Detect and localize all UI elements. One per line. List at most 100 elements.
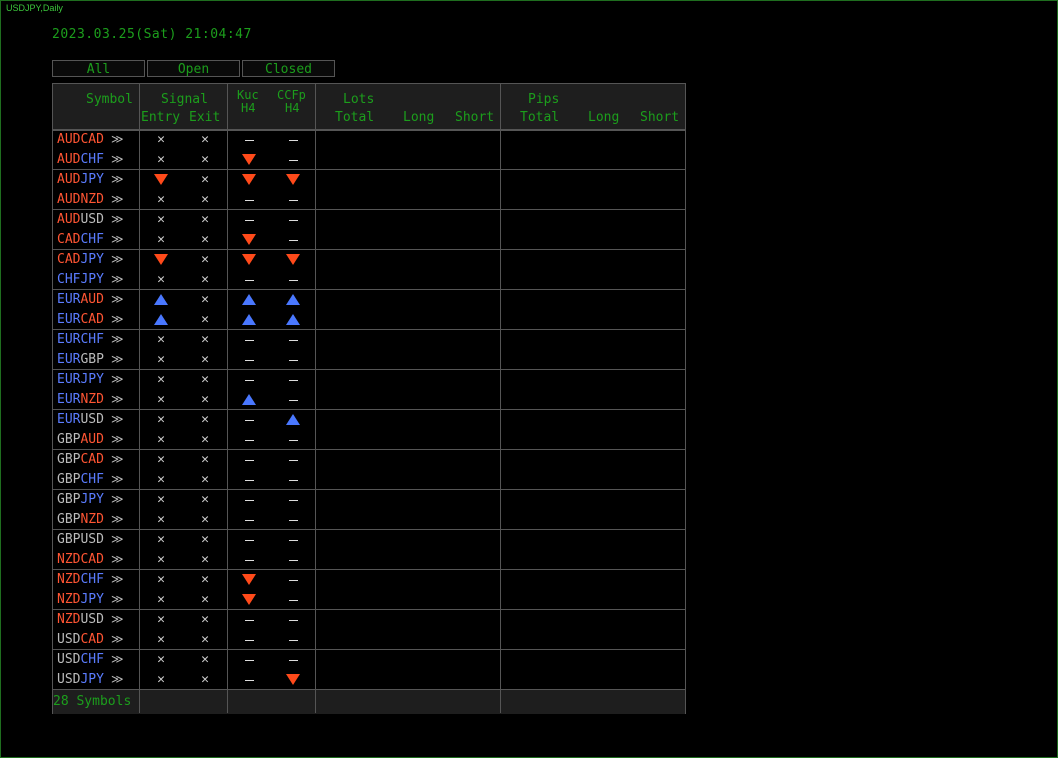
table-row[interactable]: NZDUSD ≫ ✕ ✕ [53, 610, 685, 630]
symbol-base: NZD [57, 572, 81, 587]
double-chevron-right-icon[interactable]: ≫ [111, 352, 124, 366]
exit-none-icon: ✕ [201, 552, 209, 567]
table-row[interactable]: EURJPY ≫ ✕ ✕ [53, 370, 685, 390]
table-row[interactable]: USDCHF ≫ ✕ ✕ [53, 650, 685, 670]
table-row[interactable]: EURCHF ≫ ✕ ✕ [53, 330, 685, 350]
symbol-name[interactable]: USDCHF [57, 652, 104, 667]
double-chevron-right-icon[interactable]: ≫ [111, 252, 124, 266]
double-chevron-right-icon[interactable]: ≫ [111, 632, 124, 646]
double-chevron-right-icon[interactable]: ≫ [111, 232, 124, 246]
symbol-name[interactable]: AUDCAD [57, 132, 104, 147]
double-chevron-right-icon[interactable]: ≫ [111, 652, 124, 666]
symbol-name[interactable]: NZDCAD [57, 552, 104, 567]
double-chevron-right-icon[interactable]: ≫ [111, 392, 124, 406]
table-row[interactable]: AUDUSD ≫ ✕ ✕ [53, 210, 685, 230]
symbol-name[interactable]: NZDJPY [57, 592, 104, 607]
symbol-name[interactable]: NZDUSD [57, 612, 104, 627]
dash-mark [245, 200, 254, 201]
double-chevron-right-icon[interactable]: ≫ [111, 532, 124, 546]
table-row[interactable]: NZDCAD ≫ ✕ ✕ [53, 550, 685, 570]
double-chevron-right-icon[interactable]: ≫ [111, 312, 124, 326]
table-row[interactable]: GBPAUD ≫ ✕ ✕ [53, 430, 685, 450]
symbol-name[interactable]: AUDNZD [57, 192, 104, 207]
symbol-name[interactable]: EURJPY [57, 372, 104, 387]
table-row[interactable]: AUDNZD ≫ ✕ ✕ [53, 190, 685, 210]
double-chevron-right-icon[interactable]: ≫ [111, 432, 124, 446]
table-row[interactable]: GBPCAD ≫ ✕ ✕ [53, 450, 685, 470]
double-chevron-right-icon[interactable]: ≫ [111, 592, 124, 606]
tab-open[interactable]: Open [147, 60, 240, 77]
symbol-name[interactable]: GBPUSD [57, 532, 104, 547]
table-row[interactable]: GBPUSD ≫ ✕ ✕ [53, 530, 685, 550]
symbol-name[interactable]: GBPCHF [57, 472, 104, 487]
table-row[interactable]: EURUSD ≫ ✕ ✕ [53, 410, 685, 430]
double-chevron-right-icon[interactable]: ≫ [111, 672, 124, 686]
table-row[interactable]: USDCAD ≫ ✕ ✕ [53, 630, 685, 650]
table-row[interactable]: NZDCHF ≫ ✕ ✕ [53, 570, 685, 590]
symbol-name[interactable]: GBPNZD [57, 512, 104, 527]
header-symbol: Symbol [86, 92, 133, 107]
table-row[interactable]: EURCAD ≫ ✕ [53, 310, 685, 330]
table-row[interactable]: CADJPY ≫ ✕ [53, 250, 685, 270]
double-chevron-right-icon[interactable]: ≫ [111, 512, 124, 526]
symbol-name[interactable]: EURNZD [57, 392, 104, 407]
double-chevron-right-icon[interactable]: ≫ [111, 332, 124, 346]
double-chevron-right-icon[interactable]: ≫ [111, 132, 124, 146]
symbol-name[interactable]: AUDJPY [57, 172, 104, 187]
symbol-base: EUR [57, 352, 81, 367]
table-row[interactable]: USDJPY ≫ ✕ ✕ [53, 670, 685, 690]
table-row[interactable]: GBPNZD ≫ ✕ ✕ [53, 510, 685, 530]
symbol-name[interactable]: CADCHF [57, 232, 104, 247]
symbol-name[interactable]: AUDCHF [57, 152, 104, 167]
double-chevron-right-icon[interactable]: ≫ [111, 372, 124, 386]
double-chevron-right-icon[interactable]: ≫ [111, 172, 124, 186]
double-chevron-right-icon[interactable]: ≫ [111, 572, 124, 586]
symbol-name[interactable]: EURCHF [57, 332, 104, 347]
double-chevron-right-icon[interactable]: ≫ [111, 192, 124, 206]
symbol-name[interactable]: GBPCAD [57, 452, 104, 467]
double-chevron-right-icon[interactable]: ≫ [111, 612, 124, 626]
double-chevron-right-icon[interactable]: ≫ [111, 452, 124, 466]
double-chevron-right-icon[interactable]: ≫ [111, 552, 124, 566]
symbol-name[interactable]: EURCAD [57, 312, 104, 327]
table-row[interactable]: CHFJPY ≫ ✕ ✕ [53, 270, 685, 290]
symbol-base: NZD [57, 552, 81, 567]
kuc-down-signal [239, 230, 259, 250]
table-row[interactable]: AUDCHF ≫ ✕ ✕ [53, 150, 685, 170]
table-row[interactable]: EURNZD ≫ ✕ ✕ [53, 390, 685, 410]
symbol-name[interactable]: EURGBP [57, 352, 104, 367]
table-row[interactable]: GBPJPY ≫ ✕ ✕ [53, 490, 685, 510]
dash-mark [245, 540, 254, 541]
double-chevron-right-icon[interactable]: ≫ [111, 272, 124, 286]
double-chevron-right-icon[interactable]: ≫ [111, 412, 124, 426]
kuc-neutral-icon [239, 370, 259, 390]
symbol-name[interactable]: USDJPY [57, 672, 104, 687]
double-chevron-right-icon[interactable]: ≫ [111, 152, 124, 166]
table-row[interactable]: CADCHF ≫ ✕ ✕ [53, 230, 685, 250]
table-row[interactable]: EURAUD ≫ ✕ [53, 290, 685, 310]
double-chevron-right-icon[interactable]: ≫ [111, 492, 124, 506]
symbol-quote: USD [80, 212, 104, 227]
symbol-name[interactable]: GBPJPY [57, 492, 104, 507]
tab-all[interactable]: All [52, 60, 145, 77]
double-chevron-right-icon[interactable]: ≫ [111, 212, 124, 226]
double-chevron-right-icon[interactable]: ≫ [111, 292, 124, 306]
symbol-name[interactable]: NZDCHF [57, 572, 104, 587]
tab-closed[interactable]: Closed [242, 60, 335, 77]
entry-up-signal [151, 290, 171, 310]
kuc-neutral-icon [239, 510, 259, 530]
table-row[interactable]: AUDCAD ≫ ✕ ✕ [53, 130, 685, 150]
table-row[interactable]: EURGBP ≫ ✕ ✕ [53, 350, 685, 370]
symbol-name[interactable]: EURAUD [57, 292, 104, 307]
symbol-name[interactable]: EURUSD [57, 412, 104, 427]
table-row[interactable]: AUDJPY ≫ ✕ [53, 170, 685, 190]
table-row[interactable]: NZDJPY ≫ ✕ ✕ [53, 590, 685, 610]
symbol-name[interactable]: CHFJPY [57, 272, 104, 287]
dash-mark [289, 380, 298, 381]
symbol-name[interactable]: GBPAUD [57, 432, 104, 447]
symbol-name[interactable]: USDCAD [57, 632, 104, 647]
symbol-name[interactable]: AUDUSD [57, 212, 104, 227]
double-chevron-right-icon[interactable]: ≫ [111, 472, 124, 486]
symbol-name[interactable]: CADJPY [57, 252, 104, 267]
table-row[interactable]: GBPCHF ≫ ✕ ✕ [53, 470, 685, 490]
